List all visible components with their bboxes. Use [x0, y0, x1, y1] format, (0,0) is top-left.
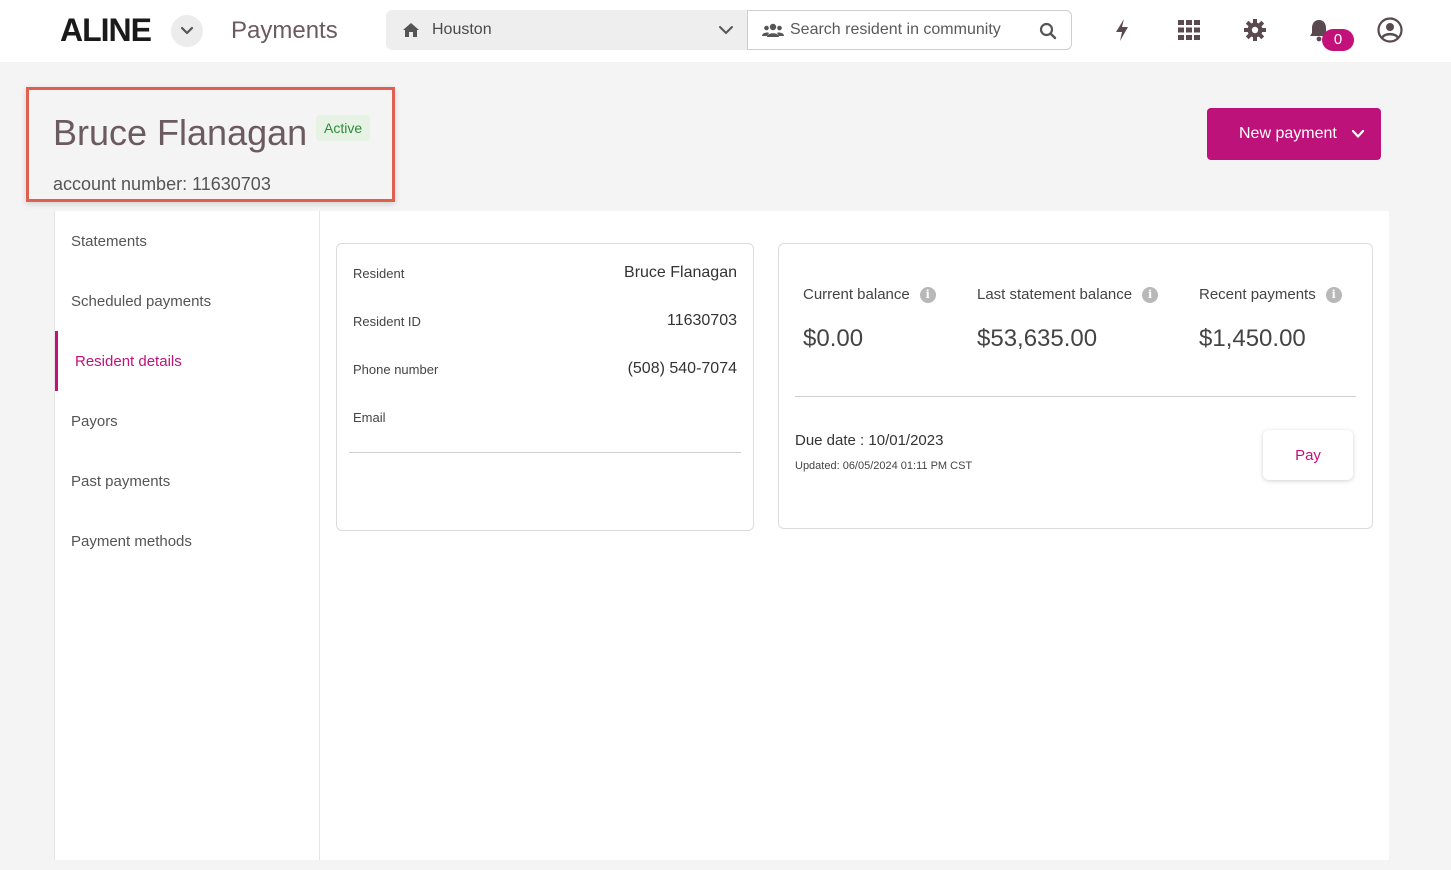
- aline-logo[interactable]: ALINE: [60, 12, 152, 48]
- detail-row-email: Email: [353, 408, 737, 428]
- gear-icon: [1244, 19, 1266, 41]
- top-bar: ALINE Payments Houston 0: [0, 0, 1451, 62]
- divider: [349, 452, 741, 453]
- detail-row-resident: Resident Bruce Flanagan: [353, 264, 737, 284]
- info-icon[interactable]: i: [1325, 286, 1342, 303]
- last-statement-balance: Last statement balance i $53,635.00: [977, 286, 1159, 353]
- sidebar-item-payors[interactable]: Payors: [55, 391, 320, 451]
- app-switcher-button[interactable]: [171, 15, 203, 47]
- last-statement-balance-value: $53,635.00: [977, 325, 1098, 352]
- account-number: account number: 11630703: [53, 174, 271, 194]
- balance-card: Current balance i $0.00 Last statement ba…: [778, 243, 1373, 529]
- user-menu-button[interactable]: [1376, 16, 1404, 44]
- current-balance: Current balance i $0.00: [803, 286, 936, 353]
- detail-value: 11630703: [667, 312, 737, 329]
- search-input[interactable]: [790, 21, 1030, 39]
- detail-row-phone: Phone number (508) 540-7074: [353, 360, 737, 380]
- apps-grid-button[interactable]: [1175, 16, 1203, 44]
- app-title: Payments: [231, 17, 338, 44]
- community-select[interactable]: Houston: [386, 10, 748, 50]
- new-payment-label: New payment: [1239, 125, 1337, 142]
- due-date: Due date : 10/01/2023: [795, 432, 944, 449]
- search-icon[interactable]: [1039, 22, 1057, 40]
- grid-icon: [1178, 20, 1200, 40]
- resident-search: [747, 10, 1072, 50]
- user-circle-icon: [1377, 17, 1403, 43]
- recent-payments: Recent payments i $1,450.00: [1199, 286, 1342, 353]
- updated-timestamp: Updated: 06/05/2024 01:11 PM CST: [795, 460, 973, 472]
- sidebar-item-resident-details[interactable]: Resident details: [55, 331, 320, 391]
- resident-name: Bruce Flanagan: [53, 112, 308, 153]
- new-payment-button[interactable]: New payment: [1207, 108, 1381, 160]
- current-balance-label: Current balance: [803, 286, 910, 303]
- sidebar: Statements Scheduled payments Resident d…: [54, 211, 320, 860]
- chevron-down-icon: [719, 26, 733, 35]
- users-icon: [762, 23, 784, 37]
- main-panel: Statements Scheduled payments Resident d…: [54, 211, 1389, 860]
- info-icon[interactable]: i: [1142, 286, 1159, 303]
- detail-value: Bruce Flanagan: [624, 264, 737, 281]
- chevron-down-icon: [1351, 129, 1365, 138]
- detail-row-resident-id: Resident ID 11630703: [353, 312, 737, 332]
- sidebar-item-scheduled-payments[interactable]: Scheduled payments: [55, 271, 320, 331]
- home-icon: [403, 23, 419, 37]
- sidebar-item-statements[interactable]: Statements: [55, 211, 320, 271]
- sidebar-item-past-payments[interactable]: Past payments: [55, 451, 320, 511]
- detail-label: Email: [353, 410, 386, 425]
- sidebar-item-payment-methods[interactable]: Payment methods: [55, 511, 320, 571]
- current-balance-value: $0.00: [803, 325, 864, 352]
- detail-value: (508) 540-7074: [627, 360, 737, 377]
- info-icon[interactable]: i: [919, 286, 936, 303]
- resident-header: Bruce Flanagan Active account number: 11…: [26, 87, 395, 202]
- last-statement-balance-label: Last statement balance: [977, 286, 1133, 303]
- chevron-down-icon: [180, 26, 194, 35]
- pay-button[interactable]: Pay: [1263, 430, 1353, 480]
- settings-button[interactable]: [1241, 16, 1269, 44]
- status-badge: Active: [316, 115, 371, 141]
- notification-count-badge: 0: [1322, 29, 1354, 51]
- detail-label: Resident: [353, 266, 405, 281]
- divider: [795, 396, 1356, 397]
- quick-actions-button[interactable]: [1108, 16, 1136, 44]
- recent-payments-value: $1,450.00: [1199, 325, 1306, 352]
- community-select-value: Houston: [432, 21, 492, 38]
- resident-details-card: Resident Bruce Flanagan Resident ID 1163…: [336, 243, 754, 531]
- lightning-icon: [1116, 19, 1128, 41]
- detail-label: Resident ID: [353, 314, 421, 329]
- detail-label: Phone number: [353, 362, 439, 377]
- recent-payments-label: Recent payments: [1199, 286, 1316, 303]
